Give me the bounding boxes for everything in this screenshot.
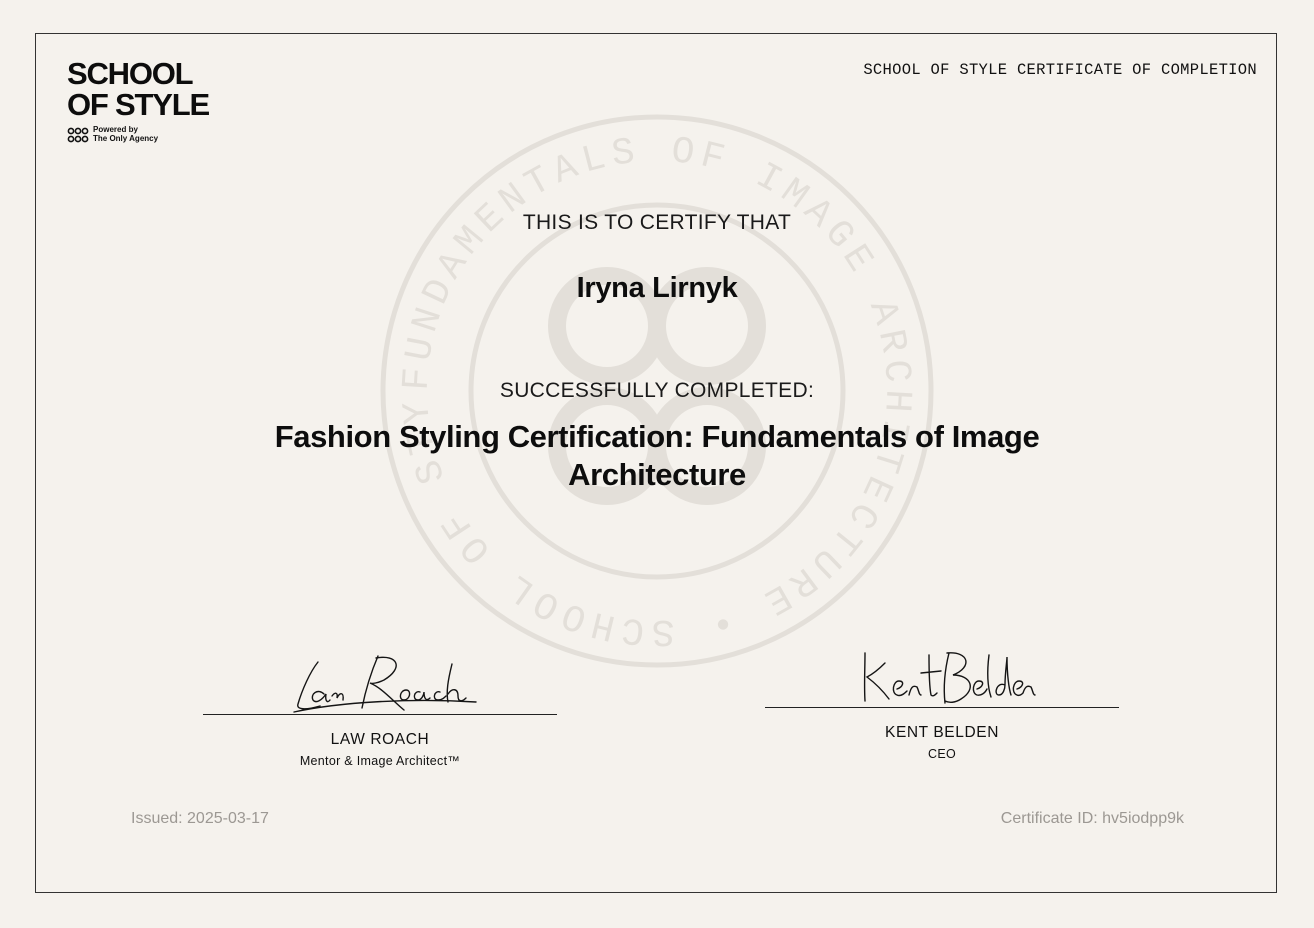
powered-by: Powered by The Only Agency [67, 125, 209, 143]
completed-text: SUCCESSFULLY COMPLETED: [499, 379, 815, 402]
signature-block-kent-belden: KENT BELDEN CEO [765, 645, 1119, 761]
school-of-style-logo: SCHOOL OF STYLE Powered by The Only Agen… [67, 56, 210, 143]
agency-logo-icon [67, 127, 89, 142]
certify-text: THIS IS TO CERTIFY THAT [522, 211, 792, 234]
signatory-role: CEO [928, 747, 956, 761]
signatory-role: Mentor & Image Architect™ [299, 754, 461, 768]
certificate-header: SCHOOL OF STYLE CERTIFICATE OF COMPLETIO… [863, 61, 1257, 79]
agency-name: The Only Agency [93, 133, 159, 143]
signatory-name: KENT BELDEN [885, 724, 999, 741]
signature-kent-belden [863, 652, 1036, 704]
course-title: Fashion Styling Certification: Fundament… [274, 419, 1040, 492]
signature-line [203, 714, 557, 715]
signature-line [765, 707, 1119, 708]
recipient-name: Iryna Lirnyk [576, 272, 738, 304]
signature-block-law-roach: LAW ROACH Mentor & Image Architect™ [203, 650, 557, 768]
logo-line-2: OF STYLE [67, 87, 210, 122]
certificate-id: Certificate ID: hv5iodpp9k [1000, 810, 1184, 827]
signatory-name: LAW ROACH [330, 731, 430, 748]
signature-law-roach [293, 655, 477, 713]
logo-line-1: SCHOOL [67, 56, 194, 91]
issued-date: Issued: 2025-03-17 [131, 810, 269, 827]
